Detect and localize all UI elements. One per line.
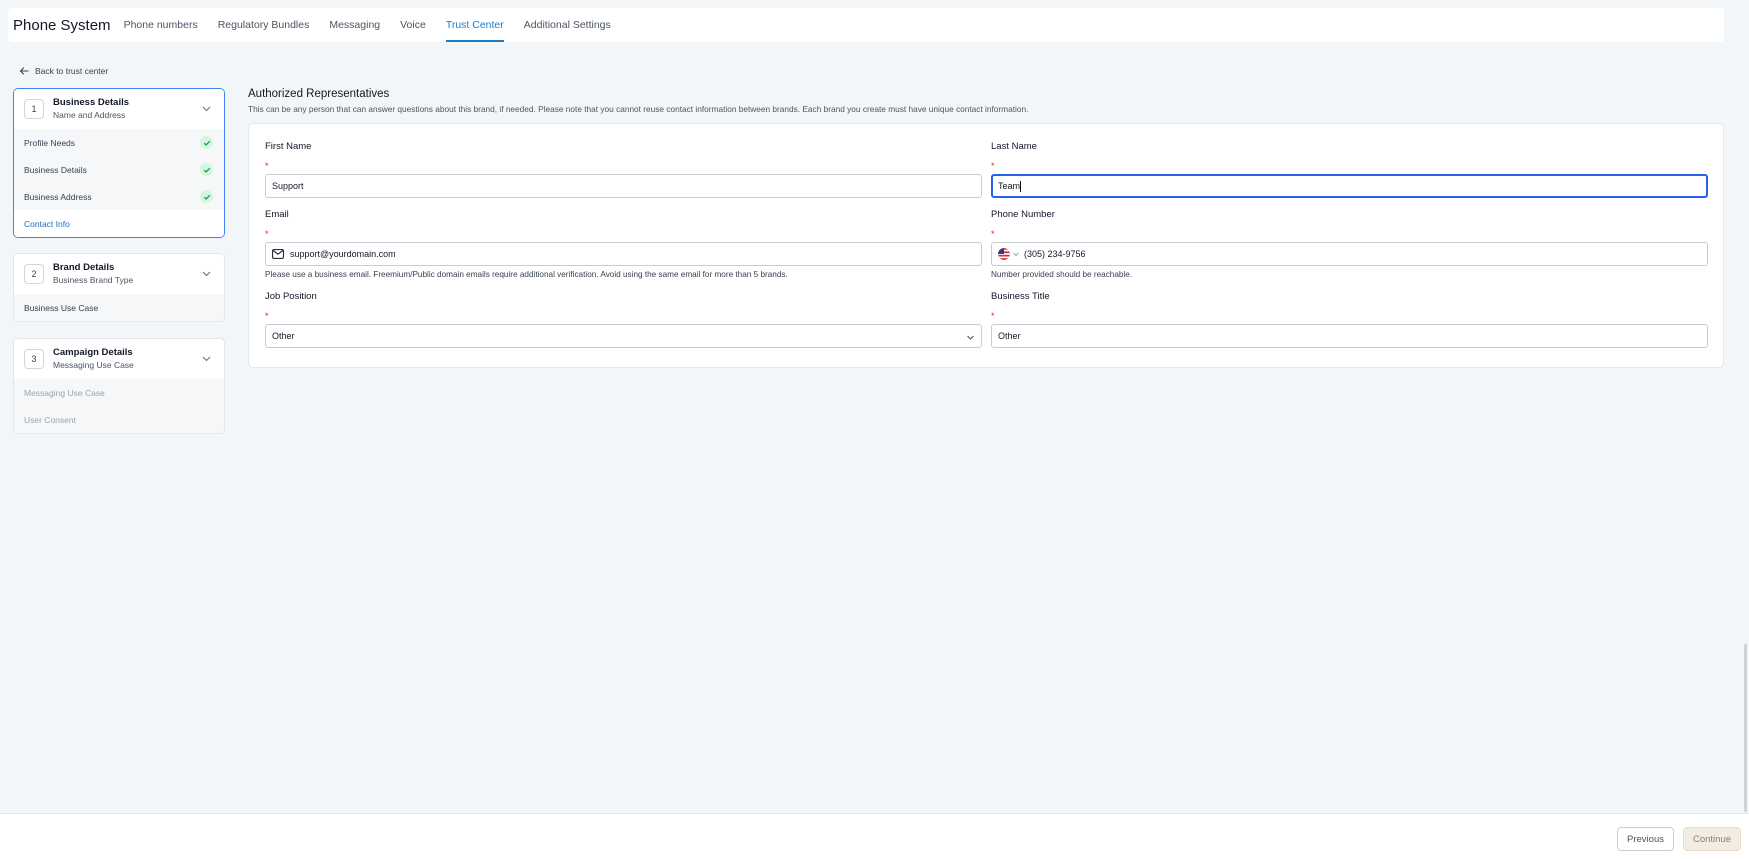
continue-button[interactable]: Continue <box>1683 827 1741 851</box>
step-item-profile-needs[interactable]: Profile Needs <box>14 129 224 156</box>
step-title: Campaign Details <box>53 347 133 358</box>
step-header-business-details[interactable]: 1 Business Details Name and Address <box>14 89 224 129</box>
chevron-down-icon[interactable] <box>201 268 212 279</box>
chevron-down-icon[interactable] <box>201 103 212 114</box>
footer-action-bar: Previous Continue <box>0 813 1749 859</box>
required-marker: * <box>265 229 269 239</box>
step-item-messaging-use-case: Messaging Use Case <box>14 379 224 406</box>
phone-value: (305) 234-9756 <box>1024 249 1086 259</box>
phone-helper-text: Number provided should be reachable. <box>991 270 1133 279</box>
required-marker: * <box>265 161 269 171</box>
step-subtitle: Name and Address <box>53 110 126 120</box>
authorized-representative-form: First Name * Support Last Name * Team Em… <box>248 123 1724 368</box>
chevron-down-icon <box>967 335 974 340</box>
first-name-label: First Name <box>265 141 312 152</box>
tab-trust-center[interactable]: Trust Center <box>445 8 504 42</box>
step-subtitle: Messaging Use Case <box>53 360 134 370</box>
phone-field-group: Phone Number * (305) 234-9756 Number pro… <box>991 209 1708 279</box>
tab-regulatory-bundles[interactable]: Regulatory Bundles <box>218 8 310 42</box>
step-card-brand-details: 2 Brand Details Business Brand Type Busi… <box>13 253 225 322</box>
step-header-campaign-details[interactable]: 3 Campaign Details Messaging Use Case <box>14 339 224 379</box>
required-marker: * <box>991 161 995 171</box>
email-value: support@yourdomain.com <box>290 249 396 259</box>
email-helper-text: Please use a business email. Freemium/Pu… <box>265 270 788 279</box>
mail-icon <box>272 249 284 259</box>
page-scrollbar[interactable] <box>1739 0 1749 813</box>
job-position-value: Other <box>272 331 295 341</box>
business-title-input[interactable]: Other <box>991 324 1708 348</box>
step-title: Business Details <box>53 97 130 108</box>
business-title-value: Other <box>998 331 1021 341</box>
step-card-campaign-details: 3 Campaign Details Messaging Use Case Me… <box>13 338 225 434</box>
chevron-down-icon[interactable] <box>1012 250 1020 258</box>
step-header-brand-details[interactable]: 2 Brand Details Business Brand Type <box>14 254 224 294</box>
step-subtitle: Business Brand Type <box>53 275 134 285</box>
email-label: Email <box>265 209 289 220</box>
step-item-label: Business Details <box>24 164 87 175</box>
back-link-label: Back to trust center <box>35 66 109 76</box>
tab-voice[interactable]: Voice <box>400 8 426 42</box>
check-circle-icon <box>200 163 213 176</box>
email-field-group: Email * support@yourdomain.com Please us… <box>265 209 982 279</box>
job-position-field-group: Job Position * Other <box>265 291 982 348</box>
step-item-business-details[interactable]: Business Details <box>14 156 224 183</box>
check-circle-icon <box>200 190 213 203</box>
last-name-field-group: Last Name * Team <box>991 141 1708 198</box>
app-title: Phone System <box>13 16 111 34</box>
phone-input[interactable]: (305) 234-9756 <box>991 242 1708 266</box>
first-name-value: Support <box>272 181 304 191</box>
last-name-input[interactable]: Team <box>991 174 1708 198</box>
section-title: Authorized Representatives <box>248 88 390 100</box>
top-navigation-bar: Phone System Phone numbers Regulatory Bu… <box>8 8 1724 42</box>
us-flag-icon[interactable] <box>998 248 1010 260</box>
step-item-label: Contact Info <box>24 218 70 229</box>
tab-additional-settings[interactable]: Additional Settings <box>524 8 611 42</box>
required-marker: * <box>991 311 995 321</box>
chevron-down-icon[interactable] <box>201 353 212 364</box>
step-number: 3 <box>24 349 44 369</box>
text-cursor <box>1020 180 1022 192</box>
tab-phone-numbers[interactable]: Phone numbers <box>124 8 198 42</box>
required-marker: * <box>991 229 995 239</box>
step-item-label: Business Use Case <box>24 302 99 313</box>
back-to-trust-center-link[interactable]: Back to trust center <box>19 66 108 76</box>
step-item-label: Profile Needs <box>24 137 76 148</box>
required-marker: * <box>265 311 269 321</box>
step-item-label: Business Address <box>24 191 92 202</box>
check-circle-icon <box>200 136 213 149</box>
step-title: Brand Details <box>53 262 115 273</box>
section-description: This can be any person that can answer q… <box>248 104 1029 114</box>
job-position-label: Job Position <box>265 291 317 302</box>
step-card-business-details: 1 Business Details Name and Address Prof… <box>13 88 225 238</box>
business-title-field-group: Business Title * Other <box>991 291 1708 348</box>
last-name-value: Team <box>998 181 1021 191</box>
step-item-label: Messaging Use Case <box>24 387 105 398</box>
step-item-business-use-case[interactable]: Business Use Case <box>14 294 224 321</box>
arrow-left-icon <box>19 67 29 75</box>
business-title-label: Business Title <box>991 291 1050 302</box>
phone-label: Phone Number <box>991 209 1055 220</box>
step-item-business-address[interactable]: Business Address <box>14 183 224 210</box>
step-item-label: User Consent <box>24 414 76 425</box>
step-number: 1 <box>24 99 44 119</box>
step-item-user-consent: User Consent <box>14 406 224 433</box>
first-name-field-group: First Name * Support <box>265 141 982 198</box>
email-input[interactable]: support@yourdomain.com <box>265 242 982 266</box>
first-name-input[interactable]: Support <box>265 174 982 198</box>
job-position-select[interactable]: Other <box>265 324 982 348</box>
previous-button[interactable]: Previous <box>1617 827 1674 851</box>
last-name-label: Last Name <box>991 141 1037 152</box>
step-item-contact-info[interactable]: Contact Info <box>14 210 224 237</box>
scrollbar-thumb[interactable] <box>1744 644 1747 812</box>
tab-messaging[interactable]: Messaging <box>329 8 380 42</box>
step-number: 2 <box>24 264 44 284</box>
